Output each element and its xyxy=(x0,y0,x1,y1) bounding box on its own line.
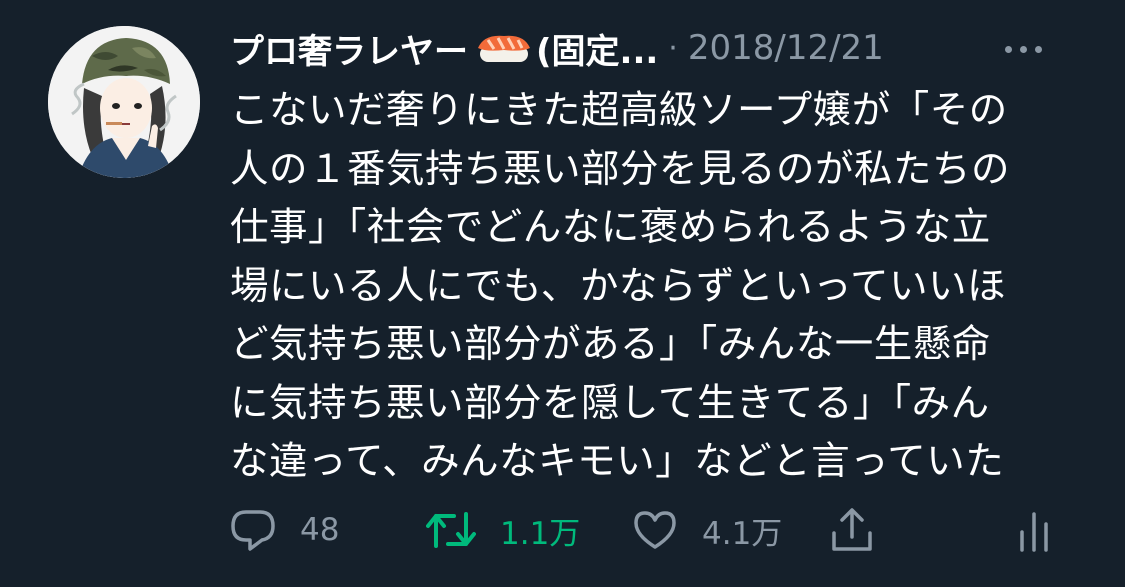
reply-button[interactable]: 48 xyxy=(230,502,339,558)
tweet-date[interactable]: 2018/12/21 xyxy=(688,28,884,68)
tweet-header: プロ奢ラレヤー (固定... · 2018/12/21 xyxy=(230,20,1105,76)
avatar-illustration xyxy=(48,26,200,178)
tweet-text: こないだ奢りにきた超高級ソープ嬢が「その 人の１番気持ち悪い部分を見るのが私たち… xyxy=(230,88,1011,484)
share-icon xyxy=(832,508,872,551)
retweet-button[interactable]: 1.1万 xyxy=(426,502,580,558)
display-name-suffix: (固定... xyxy=(536,31,659,72)
analytics-button[interactable] xyxy=(1018,502,1050,558)
like-button[interactable]: 4.1万 xyxy=(632,502,782,558)
retweet-icon xyxy=(426,512,476,548)
analytics-icon xyxy=(1020,512,1048,552)
share-button[interactable] xyxy=(830,502,874,558)
like-count: 4.1万 xyxy=(702,515,783,552)
reply-count: 48 xyxy=(300,512,340,548)
retweet-count: 1.1万 xyxy=(500,515,581,552)
heart-icon xyxy=(634,511,676,549)
display-name-text: プロ奢ラレヤー xyxy=(230,31,468,72)
reply-icon xyxy=(231,510,275,551)
more-options-icon[interactable] xyxy=(1005,38,1057,58)
profile-avatar[interactable] xyxy=(48,26,200,178)
header-separator: · xyxy=(668,30,678,66)
sushi-icon xyxy=(474,30,534,66)
tweet-actions: 48 1.1万 4.1万 xyxy=(230,502,1125,558)
display-name[interactable]: プロ奢ラレヤー (固定... xyxy=(230,24,658,73)
